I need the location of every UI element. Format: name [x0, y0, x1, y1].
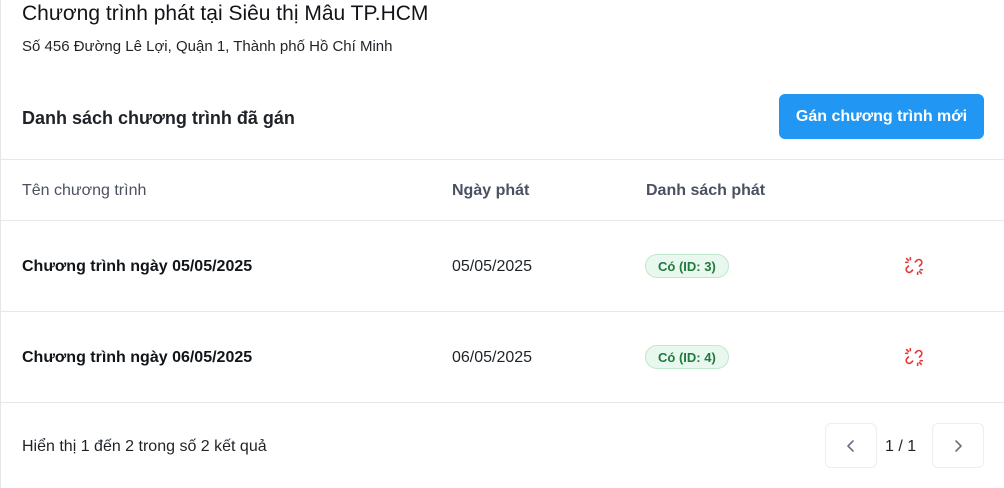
column-header-playlist: Danh sách phát — [646, 182, 766, 199]
page-left-border — [0, 0, 1, 488]
previous-page-button[interactable] — [825, 423, 877, 468]
unlink-icon — [904, 256, 924, 276]
broadcast-date: 06/05/2025 — [452, 349, 533, 366]
table-bottom-divider — [1, 402, 1004, 403]
playlist-status-badge: Có (ID: 4) — [645, 345, 729, 369]
page-header: Chương trình phát tại Siêu thị Mâu TP.HC… — [22, 0, 428, 57]
page-title: Chương trình phát tại Siêu thị Mâu TP.HC… — [22, 2, 429, 25]
unlink-program-button[interactable] — [902, 345, 926, 369]
unlink-program-button[interactable] — [902, 254, 926, 278]
table-top-divider — [1, 159, 1004, 160]
section-title: Danh sách chương trình đã gán — [22, 108, 295, 128]
unlink-icon — [904, 347, 924, 367]
column-header-date: Ngày phát — [452, 182, 530, 199]
chevron-right-icon — [955, 439, 962, 452]
table-header-divider — [1, 220, 1004, 221]
store-address: Số 456 Đường Lê Lợi, Quận 1, Thành phố H… — [22, 38, 393, 55]
table-row-divider — [1, 311, 1004, 312]
program-name: Chương trình ngày 05/05/2025 — [22, 258, 253, 275]
program-name: Chương trình ngày 06/05/2025 — [22, 349, 253, 366]
page-indicator: 1 / 1 — [885, 438, 917, 455]
column-header-name: Tên chương trình — [22, 182, 147, 199]
broadcast-date: 05/05/2025 — [452, 258, 533, 275]
chevron-left-icon — [847, 439, 854, 452]
playlist-status-badge: Có (ID: 3) — [645, 254, 729, 278]
next-page-button[interactable] — [932, 423, 984, 468]
pagination-summary: Hiển thị 1 đến 2 trong số 2 kết quả — [22, 438, 267, 455]
assign-program-button[interactable]: Gán chương trình mới — [779, 94, 984, 139]
